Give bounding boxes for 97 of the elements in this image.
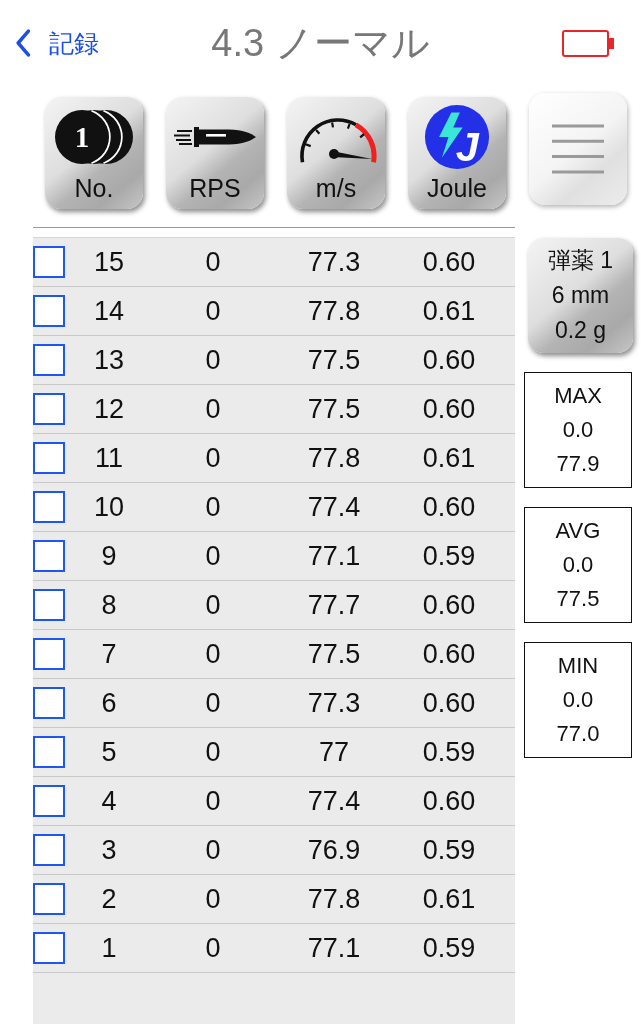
shot-number: 11 xyxy=(95,442,123,474)
checkbox[interactable] xyxy=(33,883,65,915)
shot-number: 10 xyxy=(93,491,124,523)
joule-value: 0.60 xyxy=(422,393,476,425)
stat-rps-value: 0.0 xyxy=(562,686,594,714)
stat-speed-value: 77.9 xyxy=(556,450,600,478)
screen-title: 4.3 ノーマル xyxy=(211,21,430,66)
stat-label: MAX xyxy=(554,382,602,410)
shot-number: 8 xyxy=(101,589,117,621)
checkbox[interactable] xyxy=(33,589,65,621)
ammo-button[interactable]: 弾薬 1 6 mm 0.2 g xyxy=(528,238,633,353)
speed-value: 77.3 xyxy=(307,687,361,719)
rps-value: 0 xyxy=(205,883,221,915)
speed-value: 77.4 xyxy=(307,491,361,523)
stat-rps-value: 0.0 xyxy=(562,416,594,444)
checkbox[interactable] xyxy=(33,393,65,425)
joule-value: 0.60 xyxy=(422,638,476,670)
menu-button[interactable] xyxy=(529,93,627,205)
speed-value: 77.3 xyxy=(307,246,361,278)
number-button[interactable]: 1 No. xyxy=(45,97,143,209)
shot-number: 3 xyxy=(101,834,117,866)
rps-value: 0 xyxy=(205,687,221,719)
rps-value: 0 xyxy=(205,540,221,572)
menu-icon xyxy=(550,124,606,174)
speed-value: 77.8 xyxy=(307,442,361,474)
shot-number: 7 xyxy=(101,638,117,670)
speed-value: 77.8 xyxy=(307,883,361,915)
checkbox[interactable] xyxy=(33,540,65,572)
back-button[interactable]: 記録 xyxy=(13,26,101,60)
joule-value: 0.60 xyxy=(422,491,476,523)
lightning-j-icon: J xyxy=(424,104,490,170)
checkbox[interactable] xyxy=(33,246,65,278)
shot-number: 9 xyxy=(101,540,117,572)
stat-speed-value: 77.0 xyxy=(556,720,600,748)
chevron-left-icon xyxy=(15,29,31,57)
checkbox[interactable] xyxy=(33,834,65,866)
checkbox[interactable] xyxy=(33,344,65,376)
shot-number: 15 xyxy=(93,246,124,278)
shot-number: 1 xyxy=(101,932,117,964)
speed-value: 77.1 xyxy=(307,540,361,572)
stat-label: AVG xyxy=(555,517,601,545)
shot-number: 2 xyxy=(101,883,117,915)
shot-number: 4 xyxy=(101,785,117,817)
speed-button[interactable]: m/s xyxy=(287,97,385,209)
shot-number: 5 xyxy=(101,736,117,768)
checkbox[interactable] xyxy=(33,295,65,327)
checkbox[interactable] xyxy=(33,638,65,670)
joule-value: 0.60 xyxy=(422,344,476,376)
checkbox[interactable] xyxy=(33,736,65,768)
joule-value: 0.59 xyxy=(422,932,476,964)
joule-value: 0.60 xyxy=(422,246,476,278)
speed-value: 77.8 xyxy=(307,295,361,327)
checkbox[interactable] xyxy=(33,491,65,523)
rps-value: 0 xyxy=(205,785,221,817)
checkbox[interactable] xyxy=(33,442,65,474)
rps-value: 0 xyxy=(205,246,221,278)
speed-value: 77.7 xyxy=(307,589,361,621)
joule-value: 0.60 xyxy=(422,687,476,719)
joule-value: 0.61 xyxy=(422,883,476,915)
stat-label: MIN xyxy=(557,652,599,680)
rps-value: 0 xyxy=(205,442,221,474)
joule-value: 0.61 xyxy=(422,295,476,327)
checkbox[interactable] xyxy=(33,687,65,719)
battery-icon xyxy=(562,29,614,57)
rps-value: 0 xyxy=(205,638,221,670)
rps-value: 0 xyxy=(205,295,221,327)
rps-value: 0 xyxy=(205,589,221,621)
bullet-icon xyxy=(174,125,256,149)
speed-value: 77.1 xyxy=(307,932,361,964)
joule-value: 0.59 xyxy=(422,834,476,866)
stat-speed-value: 77.5 xyxy=(556,585,600,613)
rps-value: 0 xyxy=(205,932,221,964)
speed-value: 77.5 xyxy=(307,344,361,376)
shot-number: 14 xyxy=(93,295,124,327)
checkbox[interactable] xyxy=(33,785,65,817)
stat-rps-value: 0.0 xyxy=(562,551,594,579)
speed-value: 76.9 xyxy=(307,834,361,866)
rps-value: 0 xyxy=(205,834,221,866)
joule-value: 0.60 xyxy=(422,589,476,621)
rps-value: 0 xyxy=(205,344,221,376)
speed-value: 77.5 xyxy=(307,638,361,670)
rps-value: 0 xyxy=(205,393,221,425)
speed-value: 77.4 xyxy=(307,785,361,817)
shot-number: 12 xyxy=(93,393,124,425)
rps-value: 0 xyxy=(205,736,221,768)
joule-value: 0.59 xyxy=(422,540,476,572)
joule-value: 0.60 xyxy=(422,785,476,817)
joule-value: 0.61 xyxy=(422,442,476,474)
rps-button[interactable]: RPS xyxy=(166,97,264,209)
rps-value: 0 xyxy=(205,491,221,523)
shot-number: 13 xyxy=(93,344,124,376)
shot-number: 6 xyxy=(101,687,117,719)
joule-value: 0.59 xyxy=(422,736,476,768)
checkbox[interactable] xyxy=(33,932,65,964)
joule-button[interactable]: J Joule xyxy=(408,97,506,209)
speed-value: 77.5 xyxy=(307,393,361,425)
speed-value: 77 xyxy=(318,736,349,768)
